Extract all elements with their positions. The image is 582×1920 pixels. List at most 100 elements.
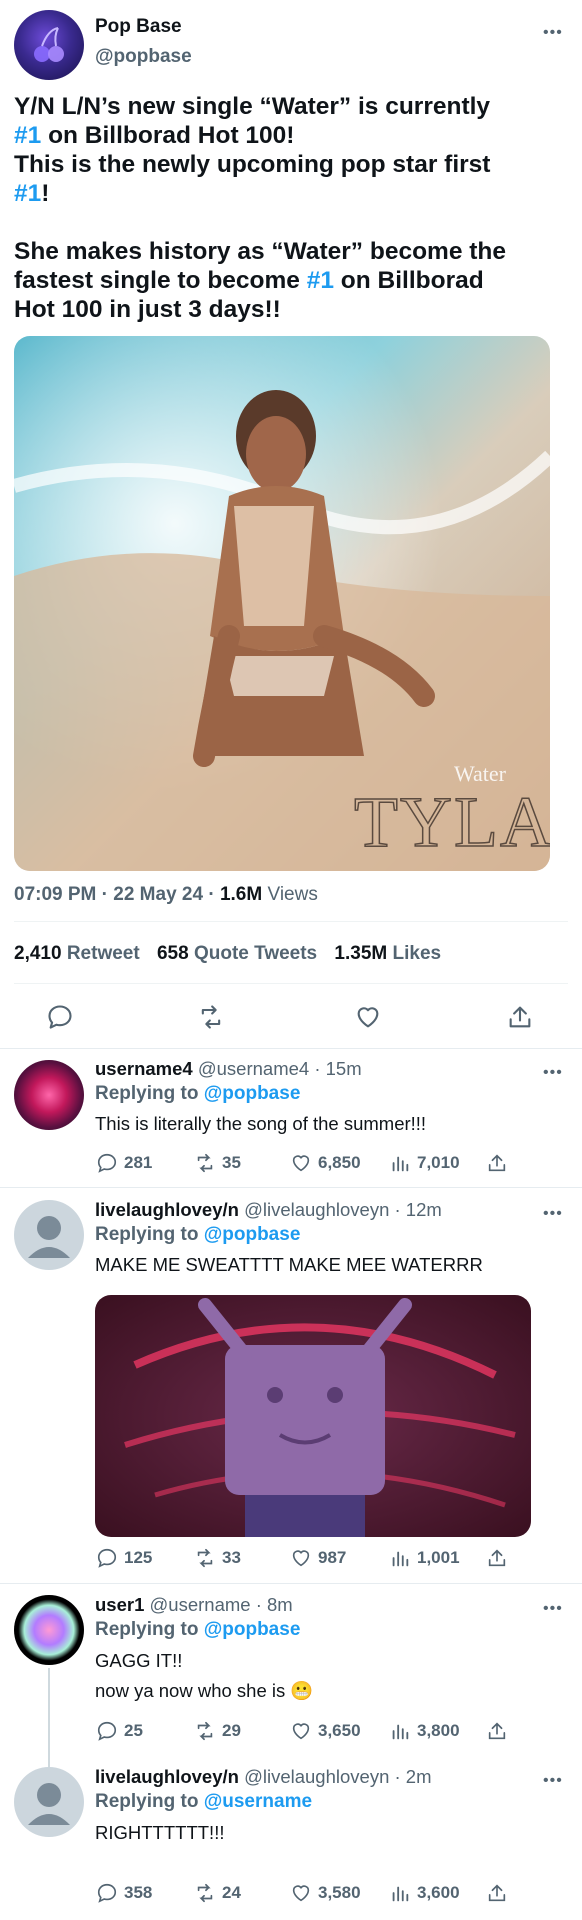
like-button[interactable]: 3,650 bbox=[290, 1720, 361, 1742]
tweet-line: on Billborad bbox=[334, 267, 484, 294]
replying-to-link[interactable]: @popbase bbox=[204, 1224, 301, 1245]
reply-count: 125 bbox=[124, 1548, 153, 1567]
author-name[interactable]: Pop Base bbox=[95, 16, 182, 38]
quote-count: 658 bbox=[156, 943, 189, 964]
reply-author-handle[interactable]: @livelaughloveyn · 12m bbox=[244, 1199, 442, 1220]
divider bbox=[14, 921, 568, 922]
retweet-button[interactable]: 29 bbox=[194, 1720, 241, 1742]
likes-label: Likes bbox=[392, 943, 442, 964]
like-icon bbox=[292, 1885, 310, 1902]
replying-to-link[interactable]: @username bbox=[204, 1791, 312, 1812]
like-icon[interactable] bbox=[354, 1003, 382, 1036]
replying-prefix: Replying to bbox=[95, 1224, 199, 1245]
reply-author-handle[interactable]: @livelaughloveyn · 2m bbox=[244, 1766, 431, 1787]
like-button[interactable]: 6,850 bbox=[290, 1152, 361, 1174]
views-button[interactable]: 3,800 bbox=[389, 1720, 460, 1742]
retweet-button[interactable]: 24 bbox=[194, 1882, 241, 1904]
default-avatar-icon[interactable] bbox=[14, 1200, 84, 1270]
reply-author-name[interactable]: username4 bbox=[95, 1058, 193, 1079]
likes-count: 1.35M bbox=[334, 943, 388, 964]
share-icon[interactable] bbox=[506, 1003, 534, 1036]
retweet-button[interactable]: 35 bbox=[194, 1152, 241, 1174]
avatar-popbase[interactable] bbox=[14, 10, 84, 80]
avatar-username4[interactable] bbox=[14, 1060, 84, 1130]
more-icon[interactable]: ••• bbox=[543, 24, 563, 42]
reply-count: 25 bbox=[124, 1721, 143, 1740]
reply-icon bbox=[97, 1883, 117, 1903]
quote-stat[interactable]: 658 Quote Tweets bbox=[157, 943, 317, 964]
reply-button[interactable]: 25 bbox=[96, 1720, 143, 1742]
reply-header: user1 @username · 8m bbox=[95, 1594, 293, 1616]
retweet-count: 35 bbox=[222, 1153, 241, 1172]
share-button[interactable] bbox=[486, 1882, 508, 1904]
retweet-button[interactable]: 33 bbox=[194, 1547, 241, 1569]
reply-button[interactable]: 358 bbox=[96, 1882, 152, 1904]
replying-to: Replying to @popbase bbox=[95, 1083, 300, 1105]
replying-prefix: Replying to bbox=[95, 1083, 199, 1104]
reply-gif[interactable] bbox=[95, 1295, 531, 1537]
reply-text: now ya now who she is 😬 bbox=[95, 1680, 314, 1701]
views-button[interactable]: 3,600 bbox=[389, 1882, 460, 1904]
album-artist-overlay: TYLA bbox=[354, 782, 550, 862]
tweet-timestamp[interactable]: 07:09 PM · 22 May 24 · 1.6M Views bbox=[14, 884, 318, 906]
share-button[interactable] bbox=[486, 1720, 508, 1742]
like-count: 3,650 bbox=[318, 1721, 361, 1740]
like-button[interactable]: 987 bbox=[290, 1547, 346, 1569]
replying-prefix: Replying to bbox=[95, 1619, 199, 1640]
reply-icon bbox=[97, 1548, 117, 1568]
views-icon bbox=[392, 1551, 409, 1567]
author-handle[interactable]: @popbase bbox=[95, 46, 192, 68]
views-count: 3,800 bbox=[417, 1721, 460, 1740]
replying-to-link[interactable]: @popbase bbox=[204, 1083, 301, 1104]
hashtag[interactable]: #1 bbox=[14, 122, 41, 149]
tweet-photo[interactable]: Water TYLA bbox=[14, 336, 550, 871]
reply-button[interactable]: 281 bbox=[96, 1152, 152, 1174]
reply-actions: 25 29 3,650 3,800 bbox=[0, 1720, 582, 1750]
quote-label: Quote Tweets bbox=[193, 943, 318, 964]
reply-actions: 281 35 6,850 7,010 bbox=[0, 1152, 582, 1182]
more-icon[interactable]: ••• bbox=[543, 1600, 563, 1618]
default-avatar-icon[interactable] bbox=[14, 1767, 84, 1837]
reply-author-name[interactable]: livelaughlovey/n bbox=[95, 1766, 239, 1787]
tweet-line: on Billborad Hot 100! bbox=[41, 122, 295, 149]
reply-text: This is literally the song of the summer… bbox=[95, 1113, 427, 1134]
reply-author-handle[interactable]: @username · 8m bbox=[150, 1594, 293, 1615]
more-icon[interactable]: ••• bbox=[543, 1064, 563, 1082]
replying-to: Replying to @popbase bbox=[95, 1224, 300, 1246]
retweet-icon bbox=[197, 1721, 213, 1741]
hashtag[interactable]: #1 bbox=[307, 267, 334, 294]
retweet-icon bbox=[197, 1883, 213, 1903]
hashtag[interactable]: #1 bbox=[14, 180, 41, 207]
like-button[interactable]: 3,580 bbox=[290, 1882, 361, 1904]
share-button[interactable] bbox=[486, 1547, 508, 1569]
like-icon bbox=[292, 1155, 310, 1172]
retweet-stat[interactable]: 2,410 Retweet bbox=[14, 943, 140, 964]
reply-author-name[interactable]: livelaughlovey/n bbox=[95, 1199, 239, 1220]
reply-icon[interactable] bbox=[46, 1003, 74, 1036]
retweet-icon bbox=[197, 1548, 213, 1568]
views-count: 1.6M bbox=[219, 884, 263, 905]
replying-to-link[interactable]: @popbase bbox=[204, 1619, 301, 1640]
views-button[interactable]: 7,010 bbox=[389, 1152, 460, 1174]
like-count: 987 bbox=[318, 1548, 347, 1567]
reply-button[interactable]: 125 bbox=[96, 1547, 152, 1569]
tweet-line: She makes history as “Water” become the bbox=[14, 238, 506, 265]
reply-author-name[interactable]: user1 bbox=[95, 1594, 144, 1615]
avatar-user1[interactable] bbox=[14, 1595, 84, 1665]
views-button[interactable]: 1,001 bbox=[389, 1547, 460, 1569]
reply-author-handle[interactable]: @username4 · 15m bbox=[198, 1058, 362, 1079]
tweet-stats: 2,410 Retweet 658 Quote Tweets 1.35M Lik… bbox=[14, 943, 453, 965]
more-icon[interactable]: ••• bbox=[543, 1205, 563, 1223]
tweet-date: 22 May 24 bbox=[113, 884, 204, 905]
views-count: 1,001 bbox=[417, 1548, 460, 1567]
reply-icon bbox=[97, 1721, 117, 1741]
share-button[interactable] bbox=[486, 1152, 508, 1174]
likes-stat[interactable]: 1.35M Likes bbox=[334, 943, 441, 964]
more-icon[interactable]: ••• bbox=[543, 1772, 563, 1790]
tweet-line: fastest single to become bbox=[14, 267, 307, 294]
retweet-icon[interactable] bbox=[197, 1003, 225, 1036]
like-icon bbox=[292, 1723, 310, 1740]
divider bbox=[0, 1187, 582, 1188]
views-count: 3,600 bbox=[417, 1883, 460, 1902]
tweet-line: ! bbox=[41, 180, 50, 207]
